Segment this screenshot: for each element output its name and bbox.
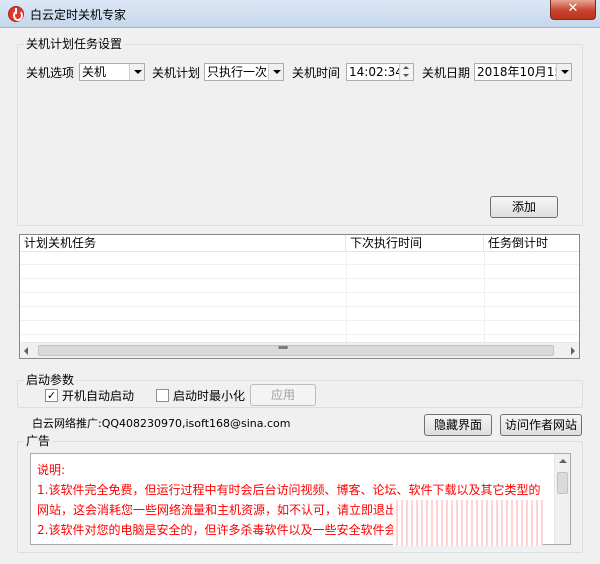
shutdown-option-value: 关机 xyxy=(82,65,107,79)
spin-down-icon xyxy=(403,74,409,77)
column-header-countdown[interactable]: 任务倒计时 xyxy=(484,235,579,252)
list-row xyxy=(20,322,579,335)
list-row xyxy=(20,308,579,321)
scroll-up-icon[interactable] xyxy=(559,459,567,463)
shutdown-date-picker[interactable]: 2018年10月15日 xyxy=(474,63,572,81)
watermark-stripes xyxy=(393,500,543,546)
ad-line: 说明: xyxy=(37,463,66,477)
scroll-left-icon[interactable] xyxy=(24,347,28,355)
power-icon xyxy=(8,6,24,22)
minimize-checkbox[interactable] xyxy=(156,389,169,402)
autostart-checkbox[interactable]: ✓ xyxy=(45,389,58,402)
minimize-label[interactable]: 启动时最小化 xyxy=(173,389,245,403)
promo-text: 白云网络推广:QQ408230970,isoft168@sina.com xyxy=(32,417,291,430)
ad-line: 1.该软件完全免费，但运行过程中有时会后台访问视频、博客、论坛、软件下载以及其它… xyxy=(37,483,541,497)
horizontal-scrollbar[interactable]: ▪▪▪ xyxy=(20,342,579,358)
shutdown-option-select[interactable]: 关机 xyxy=(79,63,145,81)
column-divider xyxy=(484,252,485,342)
hide-window-button[interactable]: 隐藏界面 xyxy=(424,414,492,436)
startup-group-label: 启动参数 xyxy=(24,373,77,387)
grip-icon: ▪▪▪ xyxy=(278,344,288,351)
column-divider xyxy=(346,252,347,342)
task-list-header: 计划关机任务 下次执行时间 任务倒计时 xyxy=(20,235,579,252)
ad-group-label: 广告 xyxy=(24,434,53,448)
list-row xyxy=(20,294,579,307)
task-list[interactable]: 计划关机任务 下次执行时间 任务倒计时 ▪▪▪ xyxy=(19,234,580,359)
list-row xyxy=(20,252,579,265)
shutdown-time-input[interactable]: 14:02:34 xyxy=(346,63,414,81)
scroll-right-icon[interactable] xyxy=(571,347,575,355)
shutdown-plan-label: 关机计划 xyxy=(152,66,201,80)
window-title: 白云定时关机专家 xyxy=(30,8,127,22)
scrollbar-thumb[interactable] xyxy=(38,345,554,356)
title-bar[interactable]: 白云定时关机专家 ✕ xyxy=(0,0,600,28)
chevron-down-icon xyxy=(556,64,571,80)
autostart-label[interactable]: 开机自动启动 xyxy=(62,389,134,403)
chevron-down-icon xyxy=(268,64,283,80)
chevron-down-icon xyxy=(129,64,144,80)
list-row xyxy=(20,280,579,293)
vertical-scrollbar[interactable] xyxy=(554,454,570,544)
spin-up-icon xyxy=(403,66,409,69)
list-row xyxy=(20,266,579,279)
apply-button[interactable]: 应用 xyxy=(250,384,316,406)
shutdown-option-label: 关机选项 xyxy=(26,66,75,80)
column-header-next-run[interactable]: 下次执行时间 xyxy=(346,235,484,252)
shutdown-date-label: 关机日期 xyxy=(422,66,471,80)
shutdown-plan-value: 只执行一次 xyxy=(207,65,268,79)
add-button[interactable]: 添加 xyxy=(490,196,558,218)
close-button[interactable]: ✕ xyxy=(550,0,596,20)
settings-group-label: 关机计划任务设置 xyxy=(24,37,125,51)
shutdown-plan-select[interactable]: 只执行一次 xyxy=(204,63,284,81)
visit-author-site-button[interactable]: 访问作者网站 xyxy=(500,414,582,436)
shutdown-time-value: 14:02:34 xyxy=(349,65,403,79)
time-spinner[interactable] xyxy=(399,64,413,80)
shutdown-time-label: 关机时间 xyxy=(292,66,341,80)
column-header-task[interactable]: 计划关机任务 xyxy=(20,235,346,252)
scrollbar-thumb[interactable] xyxy=(557,472,568,494)
